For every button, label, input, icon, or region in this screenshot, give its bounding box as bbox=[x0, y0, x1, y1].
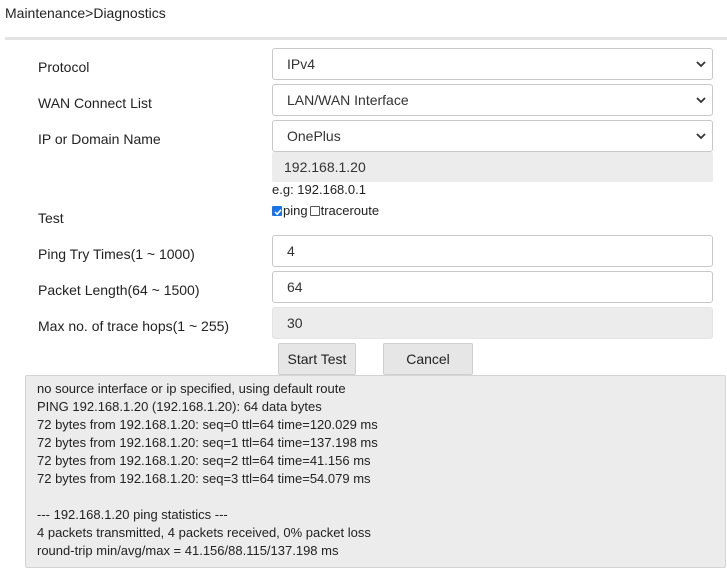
test-options: ping traceroute bbox=[272, 203, 379, 218]
chevron-down-icon bbox=[694, 85, 708, 115]
resolved-ip-field: 192.168.1.20 bbox=[272, 152, 713, 182]
ip-or-domain-select-value: OnePlus bbox=[287, 128, 341, 144]
packet-length-input[interactable]: 64 bbox=[272, 271, 713, 303]
chevron-down-icon bbox=[694, 121, 708, 151]
chevron-down-icon bbox=[694, 49, 708, 79]
traceroute-checkbox[interactable] bbox=[309, 205, 320, 216]
ping-checkbox[interactable] bbox=[272, 205, 282, 216]
cancel-button[interactable]: Cancel bbox=[383, 343, 473, 375]
traceroute-checkbox-label[interactable]: traceroute bbox=[321, 203, 380, 218]
header-divider bbox=[5, 37, 727, 40]
protocol-label: Protocol bbox=[38, 59, 90, 75]
wan-connect-list-select[interactable]: LAN/WAN Interface bbox=[272, 84, 713, 116]
max-trace-hops-input: 30 bbox=[272, 307, 713, 339]
packet-length-label: Packet Length(64 ~ 1500) bbox=[38, 282, 200, 298]
ping-try-times-label: Ping Try Times(1 ~ 1000) bbox=[38, 246, 195, 262]
ping-try-times-input[interactable]: 4 bbox=[272, 235, 713, 267]
wan-connect-list-label: WAN Connect List bbox=[38, 95, 152, 111]
ping-checkbox-label[interactable]: ping bbox=[283, 203, 308, 218]
start-test-button[interactable]: Start Test bbox=[278, 343, 356, 375]
output-line: 72 bytes from 192.168.1.20: seq=0 ttl=64… bbox=[37, 417, 378, 432]
output-line: --- 192.168.1.20 ping statistics --- bbox=[37, 507, 228, 522]
output-line: round-trip min/avg/max = 41.156/88.115/1… bbox=[37, 543, 339, 558]
output-line: 72 bytes from 192.168.1.20: seq=3 ttl=64… bbox=[37, 471, 371, 486]
output-line: no source interface or ip specified, usi… bbox=[37, 381, 346, 396]
ip-or-domain-select[interactable]: OnePlus bbox=[272, 120, 713, 152]
protocol-select[interactable]: IPv4 bbox=[272, 48, 713, 80]
breadcrumb: Maintenance>Diagnostics bbox=[5, 5, 166, 21]
test-label: Test bbox=[38, 210, 64, 226]
checkmark-icon bbox=[274, 208, 282, 215]
ip-format-hint: e.g: 192.168.0.1 bbox=[272, 182, 366, 197]
output-line: 4 packets transmitted, 4 packets receive… bbox=[37, 525, 371, 540]
output-line: 72 bytes from 192.168.1.20: seq=2 ttl=64… bbox=[37, 453, 371, 468]
protocol-select-value: IPv4 bbox=[287, 56, 316, 72]
wan-connect-list-select-value: LAN/WAN Interface bbox=[287, 92, 409, 108]
output-line: 72 bytes from 192.168.1.20: seq=1 ttl=64… bbox=[37, 435, 378, 450]
ip-or-domain-label: IP or Domain Name bbox=[38, 131, 161, 147]
output-line: PING 192.168.1.20 (192.168.1.20): 64 dat… bbox=[37, 399, 322, 414]
diagnostics-output[interactable]: no source interface or ip specified, usi… bbox=[25, 375, 726, 568]
max-trace-hops-label: Max no. of trace hops(1 ~ 255) bbox=[38, 318, 230, 334]
